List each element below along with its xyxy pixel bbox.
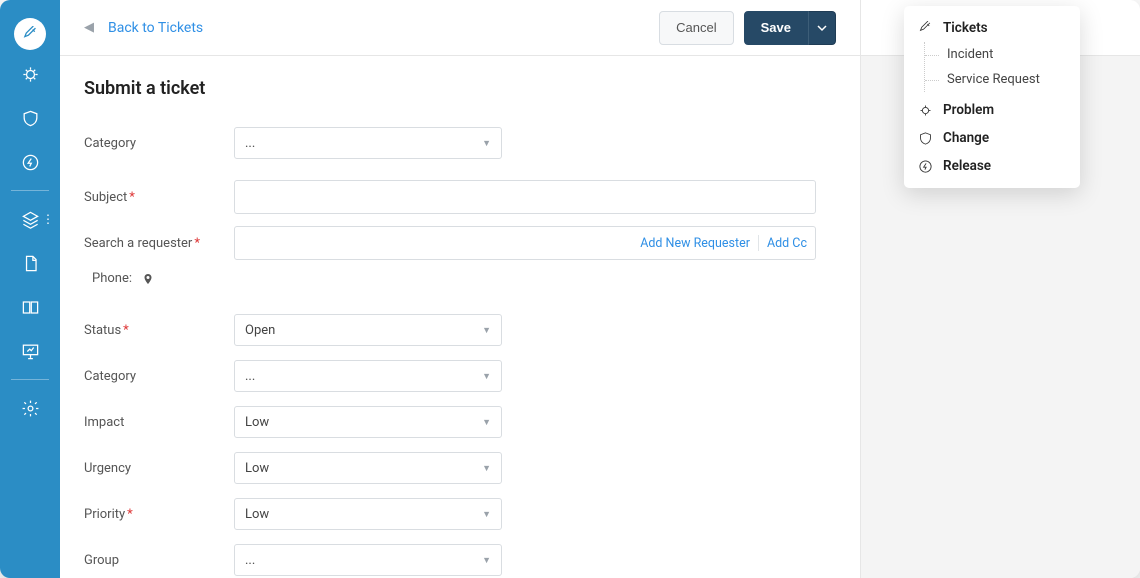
phone-label: Phone:	[92, 271, 132, 286]
tickets-submenu: Incident Service Request	[924, 42, 1080, 92]
menu-item-tickets[interactable]: Tickets	[904, 14, 1080, 42]
select-category[interactable]: ... ▼	[234, 127, 502, 159]
ticket-icon	[14, 18, 46, 50]
add-new-requester-link[interactable]: Add New Requester	[640, 236, 750, 251]
label-subject: Subject*	[84, 190, 234, 205]
row-group: Group ... ▼	[84, 542, 836, 578]
sidebar-item-solutions[interactable]	[0, 241, 60, 285]
label-status: Status*	[84, 323, 234, 338]
select-status[interactable]: Open ▼	[234, 314, 502, 346]
label-requester: Search a requester*	[84, 236, 234, 251]
sidebar-item-knowledge[interactable]	[0, 285, 60, 329]
bolt-icon	[21, 153, 40, 172]
menu-item-change[interactable]: Change	[904, 124, 1080, 152]
ticket-icon	[918, 21, 933, 36]
row-category: Category ... ▼	[84, 125, 836, 161]
sidebar-item-change[interactable]	[0, 96, 60, 140]
sidebar-item-tickets[interactable]	[0, 8, 60, 52]
chevron-down-icon: ▼	[482, 325, 491, 336]
back-link-label: Back to Tickets	[108, 20, 203, 36]
save-button-group: Save	[744, 11, 836, 45]
chevron-down-icon: ▼	[482, 417, 491, 428]
back-link[interactable]: ◀ Back to Tickets	[84, 20, 203, 36]
bug-icon	[918, 103, 933, 118]
chevron-down-icon: ▼	[482, 138, 491, 149]
row-priority: Priority* Low ▼	[84, 496, 836, 532]
add-cc-link[interactable]: Add Cc	[767, 236, 807, 251]
cancel-button[interactable]: Cancel	[659, 11, 733, 45]
save-dropdown-toggle[interactable]	[808, 11, 836, 45]
page-header: ◀ Back to Tickets Cancel Save	[60, 0, 860, 56]
menu-item-problem[interactable]: Problem	[904, 96, 1080, 124]
sidebar-item-problem[interactable]	[0, 52, 60, 96]
chevron-down-icon: ▼	[482, 371, 491, 382]
select-category2[interactable]: ... ▼	[234, 360, 502, 392]
main-panel: ◀ Back to Tickets Cancel Save Submit a t…	[60, 0, 860, 578]
left-sidebar: ⋮	[0, 0, 60, 578]
layers-icon	[21, 210, 40, 229]
sidebar-item-reports[interactable]	[0, 329, 60, 373]
input-subject[interactable]	[234, 180, 816, 214]
requester-field[interactable]: Add New Requester Add Cc	[234, 226, 816, 260]
row-impact: Impact Low ▼	[84, 404, 836, 440]
select-impact[interactable]: Low ▼	[234, 406, 502, 438]
row-subject: Subject*	[84, 179, 836, 215]
chevron-down-icon: ▼	[482, 463, 491, 474]
bolt-icon	[918, 159, 933, 174]
sidebar-divider	[11, 190, 49, 191]
row-status: Status* Open ▼	[84, 312, 836, 348]
label-category2: Category	[84, 369, 234, 384]
presentation-icon	[21, 342, 40, 361]
shield-icon	[918, 131, 933, 146]
label-category: Category	[84, 136, 234, 151]
select-group[interactable]: ... ▼	[234, 544, 502, 576]
menu-item-release[interactable]: Release	[904, 152, 1080, 180]
row-requester: Search a requester* Add New Requester Ad…	[84, 225, 836, 261]
menu-item-service-request[interactable]: Service Request	[925, 67, 1080, 92]
chevron-down-icon	[817, 23, 827, 33]
label-group: Group	[84, 553, 234, 568]
select-priority[interactable]: Low ▼	[234, 498, 502, 530]
page-title: Submit a ticket	[84, 78, 836, 99]
app-window: ⋮ ◀ Back to Tickets Cancel Save	[0, 0, 1140, 578]
row-urgency: Urgency Low ▼	[84, 450, 836, 486]
sidebar-divider	[11, 379, 49, 380]
gear-icon	[21, 399, 40, 418]
label-impact: Impact	[84, 415, 234, 430]
menu-item-incident[interactable]: Incident	[925, 42, 1080, 67]
book-icon	[21, 298, 40, 317]
row-category2: Category ... ▼	[84, 358, 836, 394]
new-dropdown-menu: Tickets Incident Service Request Problem…	[904, 6, 1080, 188]
select-urgency[interactable]: Low ▼	[234, 452, 502, 484]
phone-row: Phone:	[92, 271, 836, 286]
chevron-down-icon: ▼	[482, 509, 491, 520]
document-icon	[21, 254, 40, 273]
label-urgency: Urgency	[84, 461, 234, 476]
sidebar-item-settings[interactable]	[0, 386, 60, 430]
chevron-down-icon: ▼	[482, 555, 491, 566]
sidebar-item-inventory[interactable]: ⋮	[0, 197, 60, 241]
sidebar-item-release[interactable]	[0, 140, 60, 184]
shield-icon	[21, 109, 40, 128]
form-content: Submit a ticket Category ... ▼ Subject* …	[60, 56, 860, 578]
save-button[interactable]: Save	[744, 11, 808, 45]
chevron-left-icon: ◀	[84, 20, 94, 35]
location-icon	[142, 272, 154, 286]
bug-icon	[21, 65, 40, 84]
label-priority: Priority*	[84, 507, 234, 522]
